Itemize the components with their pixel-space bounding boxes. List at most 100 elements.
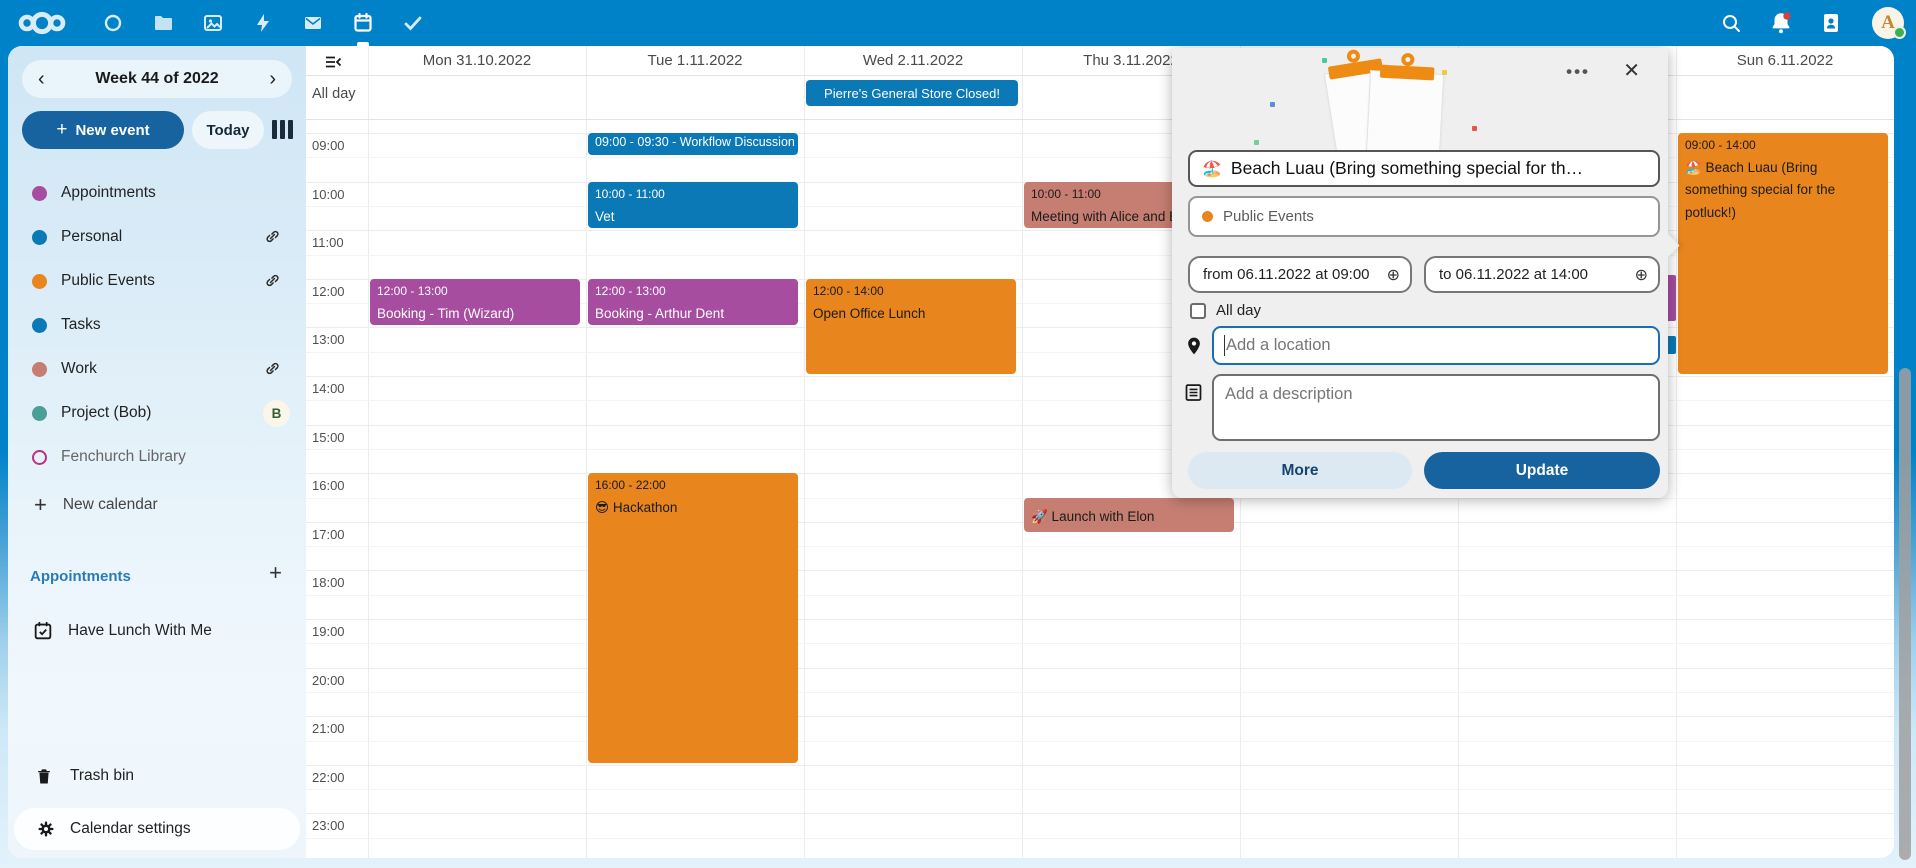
grid-line (306, 765, 1894, 766)
checkbox[interactable] (1190, 303, 1206, 319)
event-title-input[interactable]: 🏖️ Beach Luau (Bring something special f… (1188, 150, 1660, 187)
day-header[interactable]: Mon 31.10.2022 (368, 46, 586, 75)
calendar-event[interactable]: 09:00 - 09:30 - Workflow Discussion (588, 133, 798, 155)
hour-label: 13:00 (312, 332, 345, 347)
hour-label: 19:00 (312, 624, 345, 639)
location-input[interactable]: Add a location (1212, 326, 1660, 365)
calendar-color-dot (32, 186, 47, 201)
nextcloud-logo (16, 8, 68, 38)
grid-line (368, 46, 369, 858)
timezone-globe-icon[interactable]: ⊕ (1635, 265, 1648, 285)
calendar-list-item[interactable]: Work (8, 347, 306, 391)
calendar-label: Appointments (61, 184, 156, 202)
hour-label: 20:00 (312, 673, 345, 688)
calendar-event[interactable]: 09:00 - 14:00🏖️ Beach Luau (Bring someth… (1678, 133, 1888, 374)
new-event-button[interactable]: + New event (22, 111, 184, 149)
calendar-event[interactable]: 10:00 - 11:00Vet (588, 182, 798, 229)
calendar-list-item[interactable]: Public Events (8, 259, 306, 303)
day-header[interactable]: Wed 2.11.2022 (804, 46, 1022, 75)
previous-week-button[interactable]: ‹ (34, 69, 49, 89)
calendar-event[interactable]: 12:00 - 13:00Booking - Arthur Dent (588, 279, 798, 326)
hour-label: 23:00 (312, 818, 345, 833)
grid-line (586, 46, 587, 858)
grid-line (306, 838, 1894, 839)
grid-line (306, 813, 1894, 814)
start-datetime-input[interactable]: from 06.11.2022 at 09:00 ⊕ (1188, 256, 1412, 293)
view-toggle-icon[interactable] (272, 120, 293, 139)
calendar-list-item[interactable]: Project (Bob)B (8, 391, 306, 435)
grid-line (306, 789, 1894, 790)
clipboards-illustration (1312, 54, 1532, 150)
nextcloud-logo-icon[interactable] (16, 7, 68, 39)
mail-icon[interactable] (296, 7, 330, 39)
week-label: Week 44 of 2022 (95, 70, 218, 88)
hour-label: 09:00 (312, 138, 345, 153)
shared-by-avatar[interactable]: B (263, 400, 290, 427)
appointment-item[interactable]: Have Lunch With Me (8, 609, 306, 653)
hour-label: 18:00 (312, 575, 345, 590)
week-navigation: ‹ Week 44 of 2022 › (22, 60, 292, 98)
event-time: 09:00 - 14:00 (1685, 138, 1881, 152)
share-link-icon[interactable] (263, 227, 282, 251)
next-week-button[interactable]: › (265, 69, 280, 89)
update-button[interactable]: Update (1424, 452, 1660, 489)
more-button[interactable]: More (1188, 452, 1412, 489)
all-day-event[interactable]: Pierre's General Store Closed! (806, 80, 1018, 106)
grid-line (306, 546, 1894, 547)
close-icon[interactable]: ✕ (1623, 58, 1640, 83)
top-bar: A (0, 0, 1916, 46)
calendar-list-item[interactable]: Tasks (8, 303, 306, 347)
search-icon[interactable] (1714, 7, 1748, 39)
share-link-icon[interactable] (263, 359, 282, 383)
calendar-event[interactable]: 16:00 - 22:00😎 Hackathon (588, 473, 798, 763)
files-folder-icon[interactable] (146, 7, 180, 39)
grid-line (306, 570, 1894, 571)
calendar-color-dot (32, 406, 47, 421)
description-input[interactable]: Add a description (1212, 374, 1660, 441)
event-time: 12:00 - 14:00 (813, 284, 1009, 298)
calendar-select[interactable]: Public Events (1188, 196, 1660, 237)
hour-label: 17:00 (312, 527, 345, 542)
hour-label: 10:00 (312, 187, 345, 202)
calendar-label: Fenchurch Library (61, 448, 186, 466)
vertical-scrollbar[interactable] (1899, 368, 1911, 860)
calendar-color-dot (32, 230, 47, 245)
calendar-app-icon[interactable] (346, 7, 380, 39)
hour-label: 22:00 (312, 770, 345, 785)
calendar-color-dot (32, 318, 47, 333)
calendar-label: Personal (61, 228, 122, 246)
calendar-list-item[interactable]: Appointments (8, 171, 306, 215)
calendar-list-item[interactable]: Personal (8, 215, 306, 259)
end-datetime-input[interactable]: to 06.11.2022 at 14:00 ⊕ (1424, 256, 1660, 293)
notifications-bell-icon[interactable] (1764, 7, 1798, 39)
trash-bin-button[interactable]: Trash bin (8, 754, 306, 798)
plus-icon: + (34, 492, 47, 518)
day-header[interactable]: Sun 6.11.2022 (1676, 46, 1894, 75)
calendar-settings-button[interactable]: Calendar settings (14, 808, 300, 850)
add-appointment-config-button[interactable]: + (269, 560, 282, 586)
day-header[interactable]: Tue 1.11.2022 (586, 46, 804, 75)
dashboard-icon[interactable] (96, 7, 130, 39)
tasks-check-icon[interactable] (396, 7, 430, 39)
share-link-icon[interactable] (263, 271, 282, 295)
calendar-event[interactable]: 12:00 - 14:00Open Office Lunch (806, 279, 1016, 374)
event-title: Vet (595, 206, 791, 228)
new-calendar-button[interactable]: + New calendar (8, 483, 306, 527)
contacts-icon[interactable] (1814, 7, 1848, 39)
calendar-color-dot (32, 450, 47, 465)
calendar-event[interactable]: 🚀 Launch with Elon (1024, 498, 1234, 532)
popup-actions-menu-icon[interactable]: ••• (1566, 62, 1590, 82)
event-title: 😎 Hackathon (595, 497, 791, 519)
all-day-checkbox[interactable]: All day (1190, 302, 1261, 319)
plus-icon: + (56, 119, 67, 141)
activity-icon[interactable] (246, 7, 280, 39)
calendar-list-item[interactable]: Fenchurch Library (8, 435, 306, 479)
photos-icon[interactable] (196, 7, 230, 39)
today-button[interactable]: Today (192, 111, 264, 149)
event-title: Booking - Tim (Wizard) (377, 303, 573, 325)
timezone-globe-icon[interactable]: ⊕ (1387, 265, 1400, 285)
calendar-label: Public Events (61, 272, 155, 290)
calendar-event[interactable]: 12:00 - 13:00Booking - Tim (Wizard) (370, 279, 580, 326)
collapse-all-day-icon[interactable] (324, 54, 342, 75)
grid-line (306, 668, 1894, 669)
